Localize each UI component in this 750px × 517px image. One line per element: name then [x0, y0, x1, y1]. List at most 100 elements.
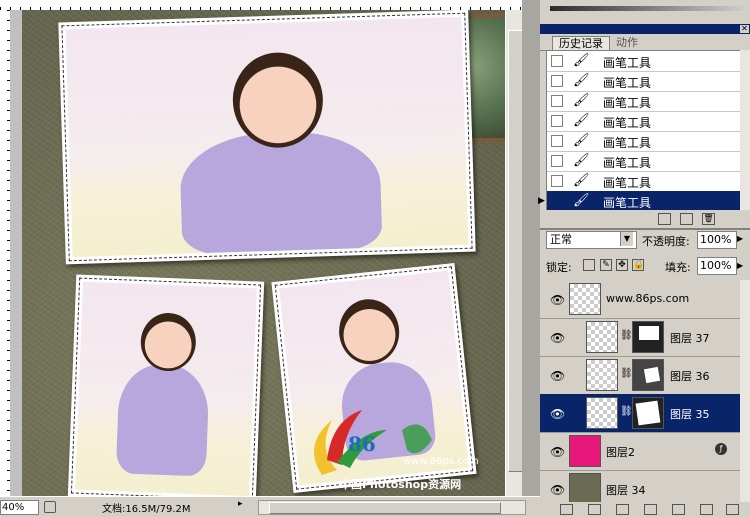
brush-icon: 🖌 — [573, 153, 590, 168]
logo-site-name: 中国Photoshop资源网 — [340, 478, 462, 491]
canvas-vertical-scrollbar[interactable] — [505, 10, 523, 496]
layer-thumbnail — [586, 359, 618, 391]
zoom-level-field[interactable]: 40% — [0, 500, 39, 515]
eye-icon[interactable]: 👁 — [550, 331, 565, 345]
brush-icon: 🖌 — [573, 133, 590, 148]
history-item[interactable]: 🖌 画笔工具 — [547, 71, 741, 92]
history-item-label: 画笔工具 — [603, 136, 652, 150]
history-snapshot-checkbox[interactable] — [551, 95, 563, 107]
fill-slider-arrow-icon[interactable]: ▶ — [737, 261, 743, 270]
layer-row-selected[interactable]: 👁 ⛓ 图层 35 — [540, 394, 740, 433]
eye-icon[interactable]: 👁 — [550, 293, 565, 307]
history-state-marker-icon[interactable]: ▶ — [538, 196, 545, 206]
add-mask-icon[interactable] — [616, 504, 629, 515]
new-group-icon[interactable] — [672, 504, 685, 515]
layer-thumbnail — [586, 321, 618, 353]
tab-actions[interactable]: 动作 — [610, 36, 644, 50]
history-list: 🖌 画笔工具 🖌 画笔工具 🖌 画笔工具 🖌 画笔工具 🖌 画笔工具 🖌 画笔工… — [546, 50, 742, 212]
history-item-selected[interactable]: 🖌 画笔工具 — [547, 191, 741, 212]
layer-mask-thumbnail[interactable] — [632, 397, 664, 429]
history-panel-close-icon[interactable]: ✕ — [740, 25, 749, 33]
opacity-label: 不透明度: — [642, 235, 690, 248]
history-item[interactable]: 🖌 画笔工具 — [547, 111, 741, 132]
layer-name: 图层 34 — [606, 484, 646, 497]
history-item-label: 画笔工具 — [603, 156, 652, 170]
layer-name: 图层 37 — [670, 332, 710, 345]
layer-thumbnail — [569, 473, 601, 505]
history-snapshot-checkbox[interactable] — [551, 195, 563, 207]
layers-scrollbar[interactable] — [740, 280, 750, 502]
new-adjustment-layer-icon[interactable] — [644, 504, 657, 515]
history-snapshot-checkbox[interactable] — [551, 155, 563, 167]
chain-link-icon[interactable]: ⛓ — [620, 406, 633, 417]
chain-link-icon[interactable]: ⛓ — [620, 330, 633, 341]
eye-icon[interactable]: 👁 — [550, 369, 565, 383]
layer-style-icon[interactable]: ƒ — [715, 443, 727, 455]
history-item[interactable]: 🖌 画笔工具 — [547, 131, 741, 152]
history-item[interactable]: 🖌 画笔工具 — [547, 171, 741, 192]
history-snapshot-checkbox[interactable] — [551, 55, 563, 67]
history-panel-tabs: 历史记录 动作 — [540, 34, 750, 51]
lock-label: 锁定: — [546, 261, 572, 274]
layer-row[interactable]: 👁 www.86ps.com — [540, 280, 740, 319]
delete-layer-icon[interactable] — [726, 504, 739, 515]
add-layer-style-icon[interactable] — [588, 504, 601, 515]
layers-list: 👁 www.86ps.com 👁 ⛓ 图层 37 👁 ⛓ 图层 36 👁 ⛓ 图… — [540, 280, 740, 509]
history-item[interactable]: 🖌 画笔工具 — [547, 51, 741, 72]
link-layers-icon[interactable] — [560, 504, 573, 515]
history-snapshot-checkbox[interactable] — [551, 75, 563, 87]
layer-row[interactable]: 👁 图层2 ƒ — [540, 432, 740, 471]
history-item[interactable]: 🖌 画笔工具 — [547, 151, 741, 172]
horizontal-scroll-thumb[interactable] — [269, 502, 501, 514]
layer-row[interactable]: 👁 ⛓ 图层 36 — [540, 356, 740, 395]
layer-mask-thumbnail[interactable] — [632, 359, 664, 391]
lock-position-icon[interactable]: ✥ — [616, 259, 628, 271]
layers-panel-footer — [540, 502, 750, 516]
history-snapshot-checkbox[interactable] — [551, 175, 563, 187]
brush-icon: 🖌 — [573, 93, 590, 108]
navigator-gradient-bar — [550, 6, 748, 11]
eye-icon[interactable]: 👁 — [550, 445, 565, 459]
history-item[interactable]: 🖌 画笔工具 — [547, 91, 741, 112]
brush-icon: 🖌 — [573, 73, 590, 88]
history-item-label: 画笔工具 — [603, 56, 652, 70]
layer-thumbnail — [569, 435, 601, 467]
status-menu-arrow-icon[interactable]: ▸ — [238, 499, 243, 509]
history-snapshot-checkbox[interactable] — [551, 115, 563, 127]
chevron-down-icon[interactable]: ▼ — [620, 232, 633, 246]
history-panel-footer: 🗑 — [540, 210, 750, 226]
eye-icon[interactable]: 👁 — [550, 483, 565, 497]
canvas-horizontal-scrollbar[interactable] — [258, 500, 526, 515]
fill-field[interactable]: 100% — [697, 257, 737, 275]
logo-url: www.86ps.com — [403, 456, 479, 467]
vertical-scroll-thumb[interactable] — [508, 30, 523, 472]
eye-icon[interactable]: 👁 — [550, 407, 565, 421]
tab-history[interactable]: 历史记录 — [552, 36, 610, 51]
opacity-field[interactable]: 100% — [697, 231, 737, 249]
history-snapshot-checkbox[interactable] — [551, 135, 563, 147]
history-item-label: 画笔工具 — [603, 76, 652, 90]
fill-label: 填充: — [665, 261, 691, 274]
opacity-slider-arrow-icon[interactable]: ▶ — [737, 234, 743, 243]
new-layer-icon[interactable] — [700, 504, 713, 515]
lock-all-icon[interactable]: 🔒 — [632, 259, 644, 271]
history-item-label: 画笔工具 — [603, 116, 652, 130]
new-snapshot-icon[interactable] — [680, 213, 693, 225]
document-status-icon — [44, 501, 56, 513]
layer-name: 图层2 — [606, 446, 635, 459]
history-item-label: 画笔工具 — [603, 176, 652, 190]
layer-mask-thumbnail[interactable] — [632, 321, 664, 353]
lock-transparency-icon[interactable] — [583, 259, 595, 271]
history-panel-titlebar[interactable] — [540, 24, 750, 34]
history-item-label: 画笔工具 — [603, 96, 652, 110]
photo-waving-child — [67, 274, 265, 496]
lock-pixels-icon[interactable]: ✎ — [600, 259, 612, 271]
delete-state-icon[interactable]: 🗑 — [702, 213, 715, 225]
workspace-gap — [522, 0, 540, 516]
history-item-label: 画笔工具 — [603, 196, 652, 210]
new-document-from-state-icon[interactable] — [658, 213, 671, 225]
brush-icon: 🖌 — [573, 193, 590, 208]
chain-link-icon[interactable]: ⛓ — [620, 368, 633, 379]
layer-row[interactable]: 👁 ⛓ 图层 37 — [540, 318, 740, 357]
history-scrollbar[interactable] — [740, 50, 750, 210]
